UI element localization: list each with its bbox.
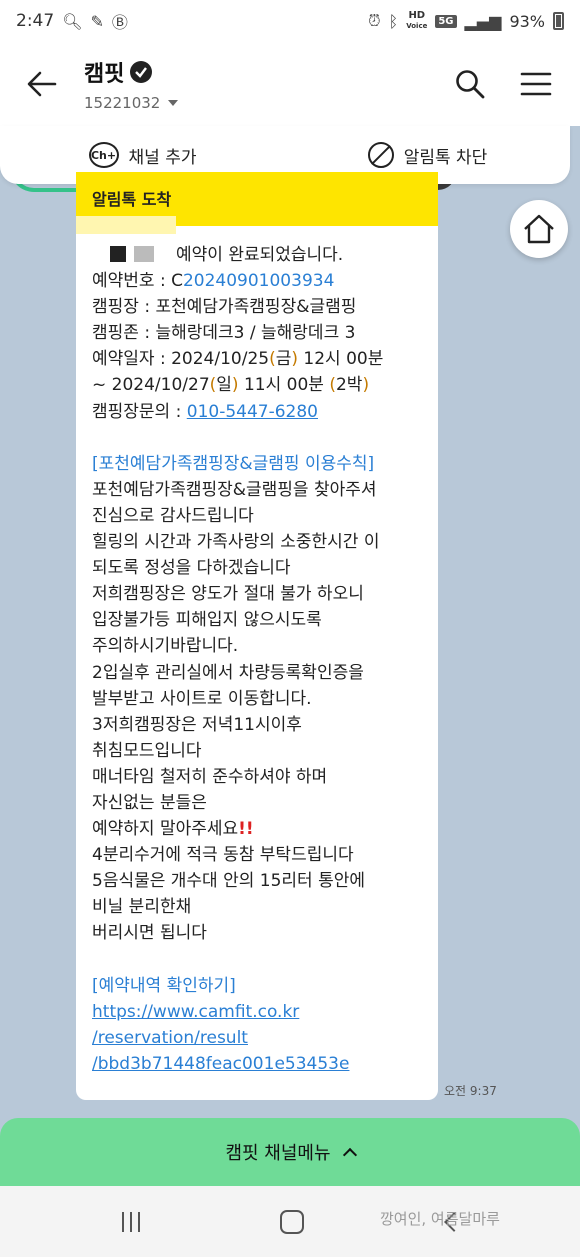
add-channel-button[interactable]: Ch+ 채널 추가 — [0, 142, 285, 168]
arrow-left-icon — [27, 71, 57, 97]
rule-line: 주의하시기바랍니다. — [92, 636, 239, 657]
reservation-url-link[interactable]: /reservation/result — [92, 1025, 422, 1051]
rule-line: 4분리수거에 적극 동참 부탁드립니다 — [92, 845, 354, 866]
camp-line: 캠핑장 : 포천예담가족캠핑장&글램핑 — [92, 297, 357, 318]
rule-line: 3저희캠핑장은 저녁11시이후 — [92, 714, 302, 735]
message-bubble: 알림톡 도착 예약이 완료되었습니다. 예약번호 : C202409010039… — [76, 172, 438, 1100]
rule-line: 취침모드입니다 — [92, 740, 202, 761]
nav-home-button[interactable] — [278, 1206, 306, 1238]
search-icon — [456, 70, 485, 99]
banner-title: 알림톡 도착 — [92, 190, 172, 209]
app-notification-icon: ✎ — [90, 11, 104, 31]
search-button[interactable] — [452, 66, 488, 102]
rule-line: 진심으로 감사드립니다 — [92, 505, 254, 526]
signal-icon: ▂▄▆ — [464, 11, 502, 31]
rule-line: 비닐 분리한채 — [92, 897, 192, 918]
recent-apps-icon — [130, 1212, 132, 1232]
redacted-block — [110, 246, 126, 262]
b-app-notification-icon: Ⓑ — [111, 13, 128, 32]
message-time: 오전 9:37 — [444, 1084, 497, 1098]
watermark-text: 깡여인, 여름달마루 — [380, 1210, 500, 1228]
rule-line: 힐링의 시간과 가족사랑의 소중한시간 이 — [92, 532, 380, 553]
home-button[interactable] — [510, 200, 568, 258]
rule-line: 포천예담가족캠핑장&글램핑을 찾아주셔 — [92, 479, 377, 500]
rule-line: 2입실후 관리실에서 차량등록확인증을 — [92, 662, 364, 683]
channel-add-icon: Ch+ — [88, 142, 119, 168]
rule-line: 입장불가등 피해입지 않으시도록 — [92, 610, 322, 631]
reservation-url-link[interactable]: /bbd3b71448feac001e53453e — [92, 1051, 422, 1077]
block-notification-button[interactable]: 알림톡 차단 — [285, 142, 570, 168]
back-button[interactable] — [0, 42, 84, 126]
hamburger-menu-icon — [520, 72, 552, 96]
network-badge: 5G — [435, 14, 457, 28]
redacted-block — [134, 246, 154, 262]
rules-title: [포천예담가족캠핑장&글램핑 이용수칙] — [92, 453, 375, 474]
message-body: 예약이 완료되었습니다. 예약번호 : C20240901003934 캠핑장 … — [76, 226, 438, 1077]
reservation-number-line: 예약번호 : C20240901003934 — [92, 271, 335, 292]
status-time: 2:47 — [16, 11, 55, 31]
rule-line: 발부받고 사이트로 이동합니다. — [92, 688, 312, 709]
link-title: [예약내역 확인하기] — [92, 975, 236, 996]
contact-line: 캠핑장문의 : 010-5447-6280 — [92, 401, 318, 422]
recent-apps-icon — [122, 1212, 124, 1232]
rule-line: 5음식물은 개수대 안의 15리터 통안에 — [92, 871, 366, 892]
rule-line: 자신없는 분들은 — [92, 792, 207, 813]
alarm-icon: ⏰︎ — [368, 11, 381, 30]
date-line-start: 예약일자 : 2024/10/25(금) 12시 00분 — [92, 349, 384, 370]
channel-id: 15221032 — [84, 94, 161, 112]
add-channel-label: 채널 추가 — [128, 147, 197, 168]
battery-percent: 93% — [509, 11, 545, 31]
zone-line: 캠핑존 : 늘해랑데크3 / 늘해랑데크 3 — [92, 323, 356, 344]
message-line: 예약이 완료되었습니다. — [92, 242, 422, 268]
chat-header: 캠핏 15221032 — [0, 42, 580, 126]
channel-menu-label: 캠핏 채널메뉴 — [225, 1143, 331, 1164]
status-bar: 2:47 🔍︎ ✎ Ⓑ ⏰︎ ᛒ HD Voice 5G ▂▄▆ 93% — [0, 0, 580, 42]
home-icon — [524, 214, 554, 244]
nav-home-icon — [280, 1210, 304, 1234]
hd-voice-icon: HD Voice — [406, 10, 428, 31]
channel-id-dropdown[interactable]: 15221032 — [84, 94, 179, 112]
rule-line: 매너타임 철저히 준수하셔야 하며 — [92, 766, 328, 787]
reservation-url-link[interactable]: https://www.camfit.co.kr — [92, 999, 422, 1025]
rule-line: 되도록 정성을 다하겠습니다 — [92, 558, 291, 579]
channel-info[interactable]: 캠핏 15221032 — [84, 56, 179, 112]
banner-stripe — [76, 216, 176, 234]
double-exclamation-icon: !! — [238, 819, 254, 840]
recent-apps-button[interactable] — [116, 1206, 146, 1238]
search-notification-icon: 🔍︎ — [62, 11, 83, 31]
chevron-up-icon — [342, 1147, 357, 1163]
channel-menu-button[interactable]: 캠핏 채널메뉴 — [0, 1118, 580, 1186]
menu-button[interactable] — [518, 66, 554, 102]
bluetooth-icon: ᛒ — [388, 11, 399, 31]
rule-line: 버리시면 됩니다 — [92, 923, 207, 944]
channel-name: 캠핏 — [84, 62, 125, 87]
battery-icon — [553, 12, 564, 30]
recent-apps-icon — [138, 1212, 140, 1232]
date-line-end: ~ 2024/10/27(일) 11시 00분 (2박) — [92, 375, 370, 396]
block-icon — [367, 142, 394, 168]
verified-badge-icon — [130, 61, 153, 83]
caret-down-icon — [168, 100, 179, 106]
block-notification-label: 알림톡 차단 — [403, 147, 488, 168]
rule-line: 저희캠핑장은 양도가 절대 불가 하오니 — [92, 584, 364, 605]
contact-phone-link[interactable]: 010-5447-6280 — [187, 402, 318, 422]
warning-line: 예약하지 말아주세요!! — [92, 819, 254, 840]
reservation-number-link[interactable]: 20240901003934 — [183, 271, 334, 291]
